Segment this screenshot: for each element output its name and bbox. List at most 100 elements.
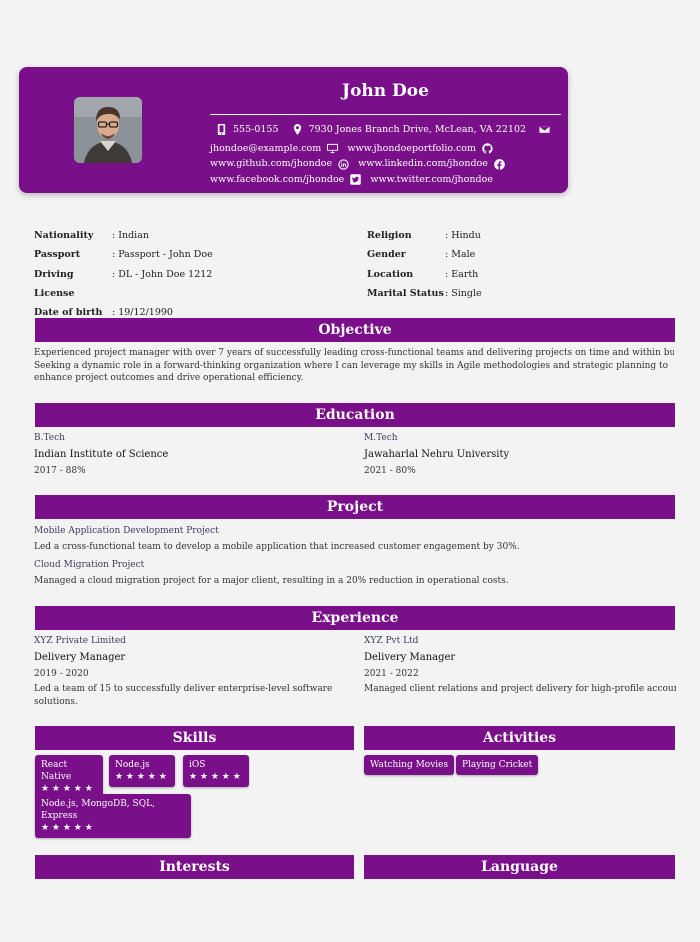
objective-line: Seeking a dynamic role in a forward-thin… — [34, 360, 669, 371]
skill-chip: Node.js ★ ★ ★ ★ ★ — [109, 755, 175, 787]
facebook-text: www.facebook.com/jhondoe — [210, 173, 345, 185]
project-heading: Project — [35, 495, 675, 519]
detail-label: Marital Status — [367, 287, 444, 299]
linkedin-text: www.linkedin.com/jhondoe — [358, 158, 488, 170]
experience-period: 2019 - 2020 — [34, 669, 89, 679]
education-meta: 2021 - 80% — [364, 466, 416, 476]
experience-desc-line: Managed client relations and project del… — [364, 684, 676, 694]
linkedin-icon — [338, 158, 349, 170]
education-degree: M.Tech — [364, 433, 398, 443]
mobile-phone-icon — [217, 124, 226, 136]
detail-label: Nationality — [34, 230, 94, 241]
activity-chip: Watching Movies — [364, 755, 455, 775]
facebook-icon — [494, 158, 505, 170]
skill-name: Node.js — [115, 760, 150, 770]
detail-value: : Single — [445, 287, 482, 299]
detail-value: : Hindu — [445, 230, 481, 241]
github-icon — [482, 143, 493, 154]
skill-name: React Native — [41, 760, 72, 782]
address-text: 7930 Jones Branch Drive, McLean, VA 2210… — [308, 124, 527, 135]
profile-header: John Doe 555-0155 7930 Jones Branch Driv… — [19, 67, 568, 193]
detail-label: Driving License — [34, 268, 75, 299]
twitter-icon — [350, 174, 362, 185]
skill-name: Node.js, MongoDB, SQL, Express — [41, 799, 155, 821]
project-title: Cloud Migration Project — [34, 560, 145, 570]
detail-row: Location : Earth — [367, 265, 482, 284]
objective-heading: Objective — [35, 318, 675, 342]
detail-value: : Earth — [445, 268, 479, 280]
detail-row: Gender : Male — [367, 245, 482, 264]
experience-desc-line: Led a team of 15 to successfully deliver… — [34, 684, 333, 694]
phone-text: 555-0155 — [233, 124, 279, 135]
contact-linkedin[interactable]: www.linkedin.com/jhondoe — [358, 156, 511, 172]
avatar-photo — [74, 97, 142, 163]
detail-value: : Passport - John Doe — [112, 249, 213, 261]
envelope-icon — [539, 125, 551, 134]
skills-heading: Skills — [35, 726, 354, 750]
experience-heading: Experience — [35, 606, 675, 630]
skill-stars: ★ ★ ★ ★ ★ — [115, 772, 167, 782]
education-degree: B.Tech — [34, 433, 65, 443]
experience-desc: Managed client relations and project del… — [364, 683, 676, 696]
skill-chip: Node.js, MongoDB, SQL, Express ★ ★ ★ ★ ★ — [35, 794, 191, 838]
detail-row: Passport : Passport - John Doe — [34, 245, 213, 264]
education-school: Jawaharlal Nehru University — [364, 449, 510, 460]
detail-value: : Male — [445, 249, 476, 261]
avatar — [74, 97, 142, 163]
experience-role: Delivery Manager — [364, 652, 456, 663]
project-desc: Led a cross-functional team to develop a… — [34, 542, 520, 552]
project-title: Mobile Application Development Project — [34, 526, 219, 536]
objective-line: Experienced project manager with over 7 … — [34, 348, 674, 358]
interests-heading: Interests — [35, 855, 354, 879]
email-icon-wrap — [533, 124, 556, 135]
experience-period: 2021 - 2022 — [364, 669, 419, 679]
detail-row: Religion : Hindu — [367, 226, 482, 245]
detail-row: Driving License : DL - John Doe 1212 — [34, 265, 213, 304]
email-text: jhondoe@example.com — [210, 142, 322, 154]
language-heading: Language — [364, 855, 675, 879]
activity-chip: Playing Cricket — [456, 755, 539, 775]
detail-label: Passport — [34, 249, 81, 261]
contact-address[interactable]: 7930 Jones Branch Drive, McLean, VA 2210… — [286, 122, 526, 138]
detail-label: Gender — [367, 249, 406, 261]
twitter-text: www.twitter.com/jhondoe — [370, 173, 493, 185]
header-divider — [210, 114, 561, 115]
contact-website[interactable]: www.jhondoeportfolio.com — [347, 141, 499, 157]
contact-github[interactable]: www.github.com/jhondoe — [210, 156, 355, 172]
github-text: www.github.com/jhondoe — [210, 158, 333, 170]
experience-role: Delivery Manager — [34, 652, 126, 663]
skill-stars: ★ ★ ★ ★ ★ — [41, 823, 93, 833]
skill-stars: ★ ★ ★ ★ ★ — [189, 772, 241, 782]
experience-company: XYZ Private Limited — [34, 636, 126, 646]
map-marker-icon — [293, 124, 301, 136]
contact-twitter[interactable]: www.twitter.com/jhondoe — [370, 172, 493, 188]
contact-block: 555-0155 7930 Jones Branch Drive, McLean… — [210, 122, 565, 187]
detail-value: : Indian — [112, 230, 149, 241]
education-school: Indian Institute of Science — [34, 449, 169, 460]
detail-row: Marital Status: Single — [367, 284, 482, 303]
website-text: www.jhondoeportfolio.com — [347, 142, 477, 154]
activities-heading: Activities — [364, 726, 675, 750]
objective-line: enhance project outcomes and drive opera… — [34, 373, 304, 384]
education-heading: Education — [35, 403, 675, 427]
education-meta: 2017 - 88% — [34, 466, 86, 476]
skill-chip: iOS ★ ★ ★ ★ ★ — [183, 755, 249, 787]
experience-desc-line: solutions. — [34, 696, 78, 707]
detail-label: Religion — [367, 230, 412, 241]
detail-value: : DL - John Doe 1212 — [112, 268, 213, 280]
project-desc: Managed a cloud migration project for a … — [34, 576, 509, 586]
profile-name: John Doe — [342, 81, 429, 101]
detail-label: Location — [367, 268, 414, 280]
objective-text: Experienced project manager with over 7 … — [34, 347, 674, 385]
detail-row: Nationality : Indian — [34, 226, 213, 245]
monitor-icon — [327, 143, 339, 154]
personal-details-right: Religion : Hindu Gender : Male Location : E… — [367, 226, 482, 303]
contact-email[interactable]: jhondoe@example.com — [210, 141, 344, 157]
contact-phone[interactable]: 555-0155 — [210, 122, 279, 138]
skill-chip: React Native ★ ★ ★ ★ ★ — [35, 755, 103, 799]
contact-facebook[interactable]: www.facebook.com/jhondoe — [210, 172, 367, 188]
experience-company: XYZ Pvt Ltd — [364, 636, 419, 646]
skill-name: iOS — [189, 760, 206, 770]
experience-desc: Led a team of 15 to successfully deliver… — [34, 683, 344, 708]
personal-details-left: Nationality : Indian Passport : Passport -… — [34, 226, 213, 322]
